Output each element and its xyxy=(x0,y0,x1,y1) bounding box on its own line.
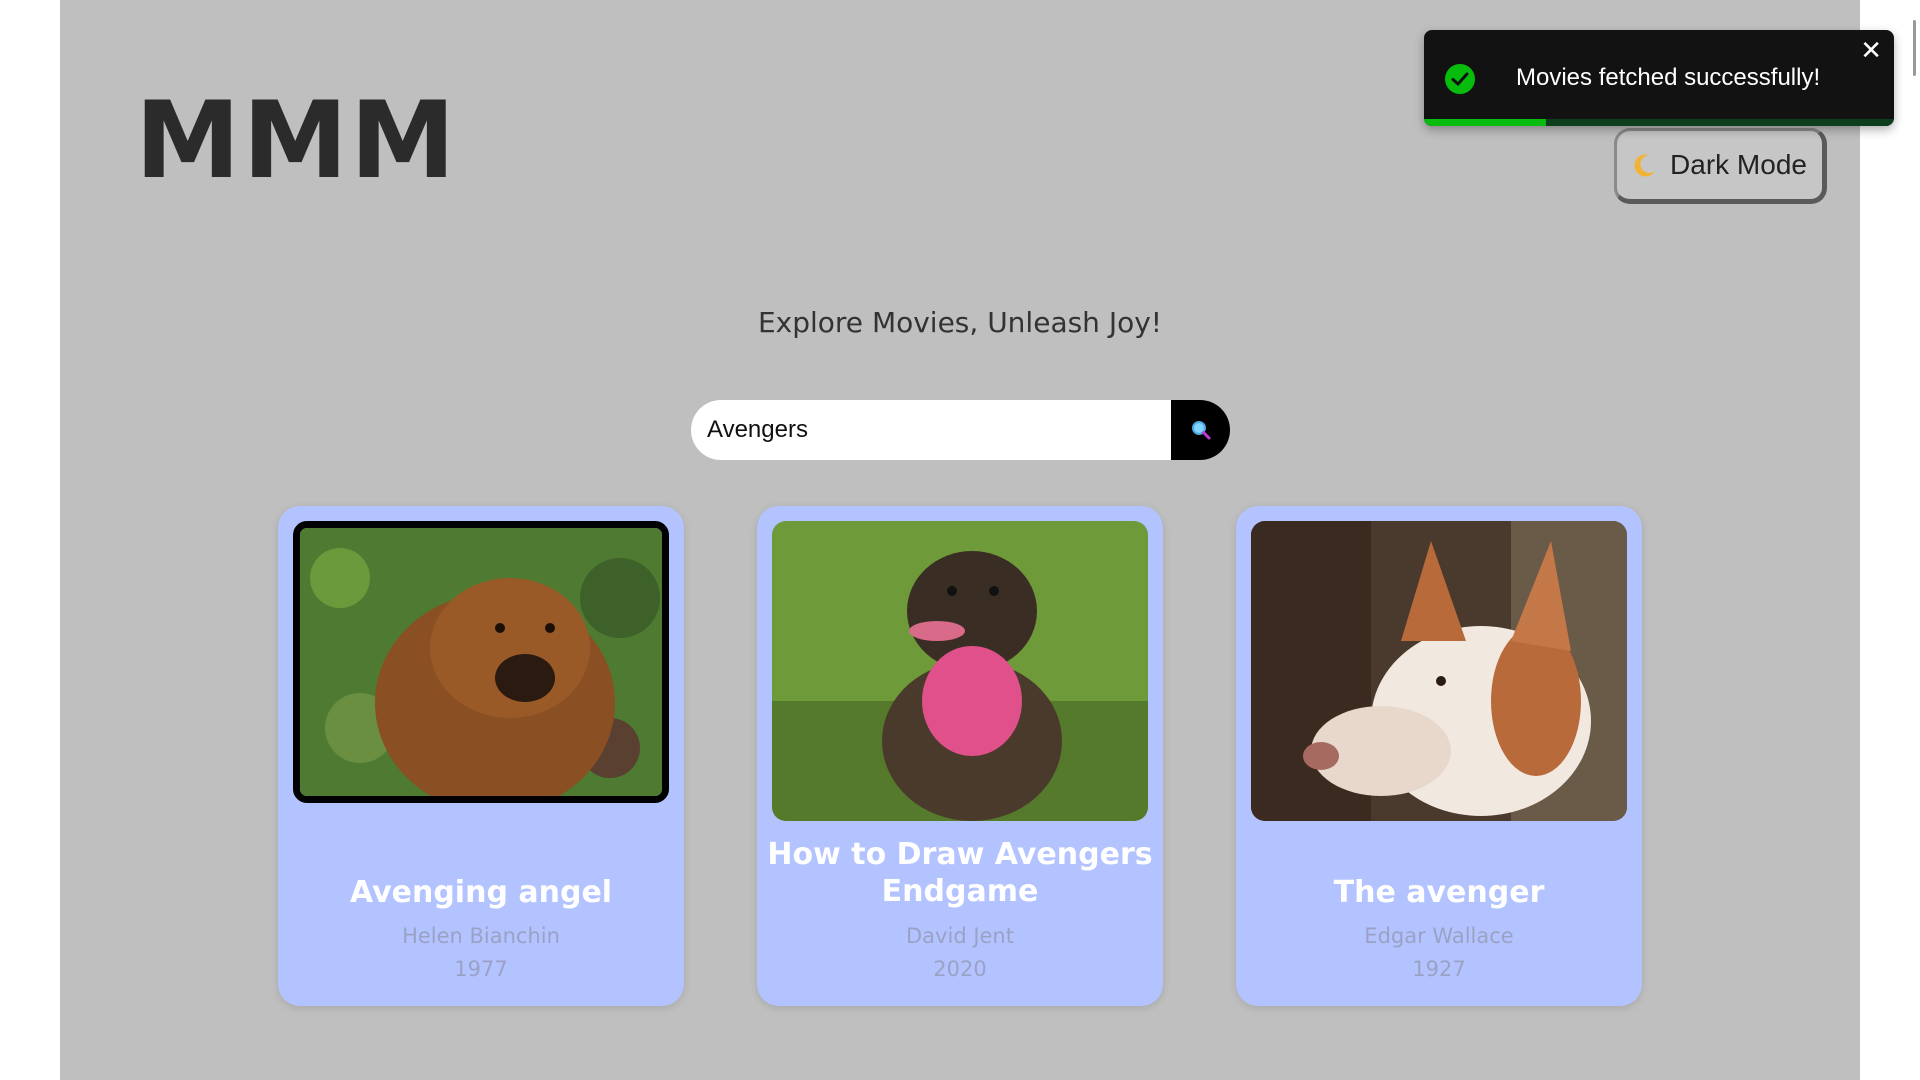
search-bar xyxy=(691,400,1230,460)
movie-year: 1977 xyxy=(454,957,508,981)
movie-card[interactable]: How to Draw Avengers Endgame David Jent … xyxy=(757,506,1163,1006)
search-input[interactable] xyxy=(691,400,1171,460)
dark-mode-label: Dark Mode xyxy=(1670,149,1807,180)
movie-card[interactable]: The avenger Edgar Wallace 1927 xyxy=(1236,506,1642,1006)
movie-title: How to Draw Avengers Endgame xyxy=(767,837,1153,909)
movie-poster-image xyxy=(772,521,1148,821)
movie-poster-image xyxy=(1251,521,1627,821)
movie-year: 2020 xyxy=(933,957,987,981)
scrollbar[interactable] xyxy=(1913,20,1916,76)
search-button[interactable] xyxy=(1171,400,1230,460)
toast-progress-bar xyxy=(1424,119,1547,126)
movie-author: David Jent xyxy=(906,924,1014,948)
app-logo-title: MMM xyxy=(135,79,458,202)
close-icon[interactable]: ✕ xyxy=(1860,38,1882,64)
movie-title: Avenging angel xyxy=(349,875,613,910)
movie-year: 1927 xyxy=(1412,957,1466,981)
movie-author: Helen Bianchin xyxy=(402,924,560,948)
movie-author: Edgar Wallace xyxy=(1364,924,1514,948)
app-container: MMM Dark Mode Explore Movies, Unleash Jo… xyxy=(60,0,1860,1080)
dark-mode-toggle-button[interactable]: Dark Mode xyxy=(1614,128,1827,204)
movie-card[interactable]: Avenging angel Helen Bianchin 1977 xyxy=(278,506,684,1006)
movie-poster-image xyxy=(293,521,669,803)
tagline: Explore Movies, Unleash Joy! xyxy=(757,306,1163,339)
success-toast: Movies fetched successfully! ✕ xyxy=(1424,30,1894,126)
search-icon xyxy=(1191,421,1210,440)
check-circle-icon xyxy=(1445,64,1475,94)
moon-icon xyxy=(1634,154,1656,177)
toast-message: Movies fetched successfully! xyxy=(1516,64,1821,91)
movie-title: The avenger xyxy=(1333,875,1545,910)
